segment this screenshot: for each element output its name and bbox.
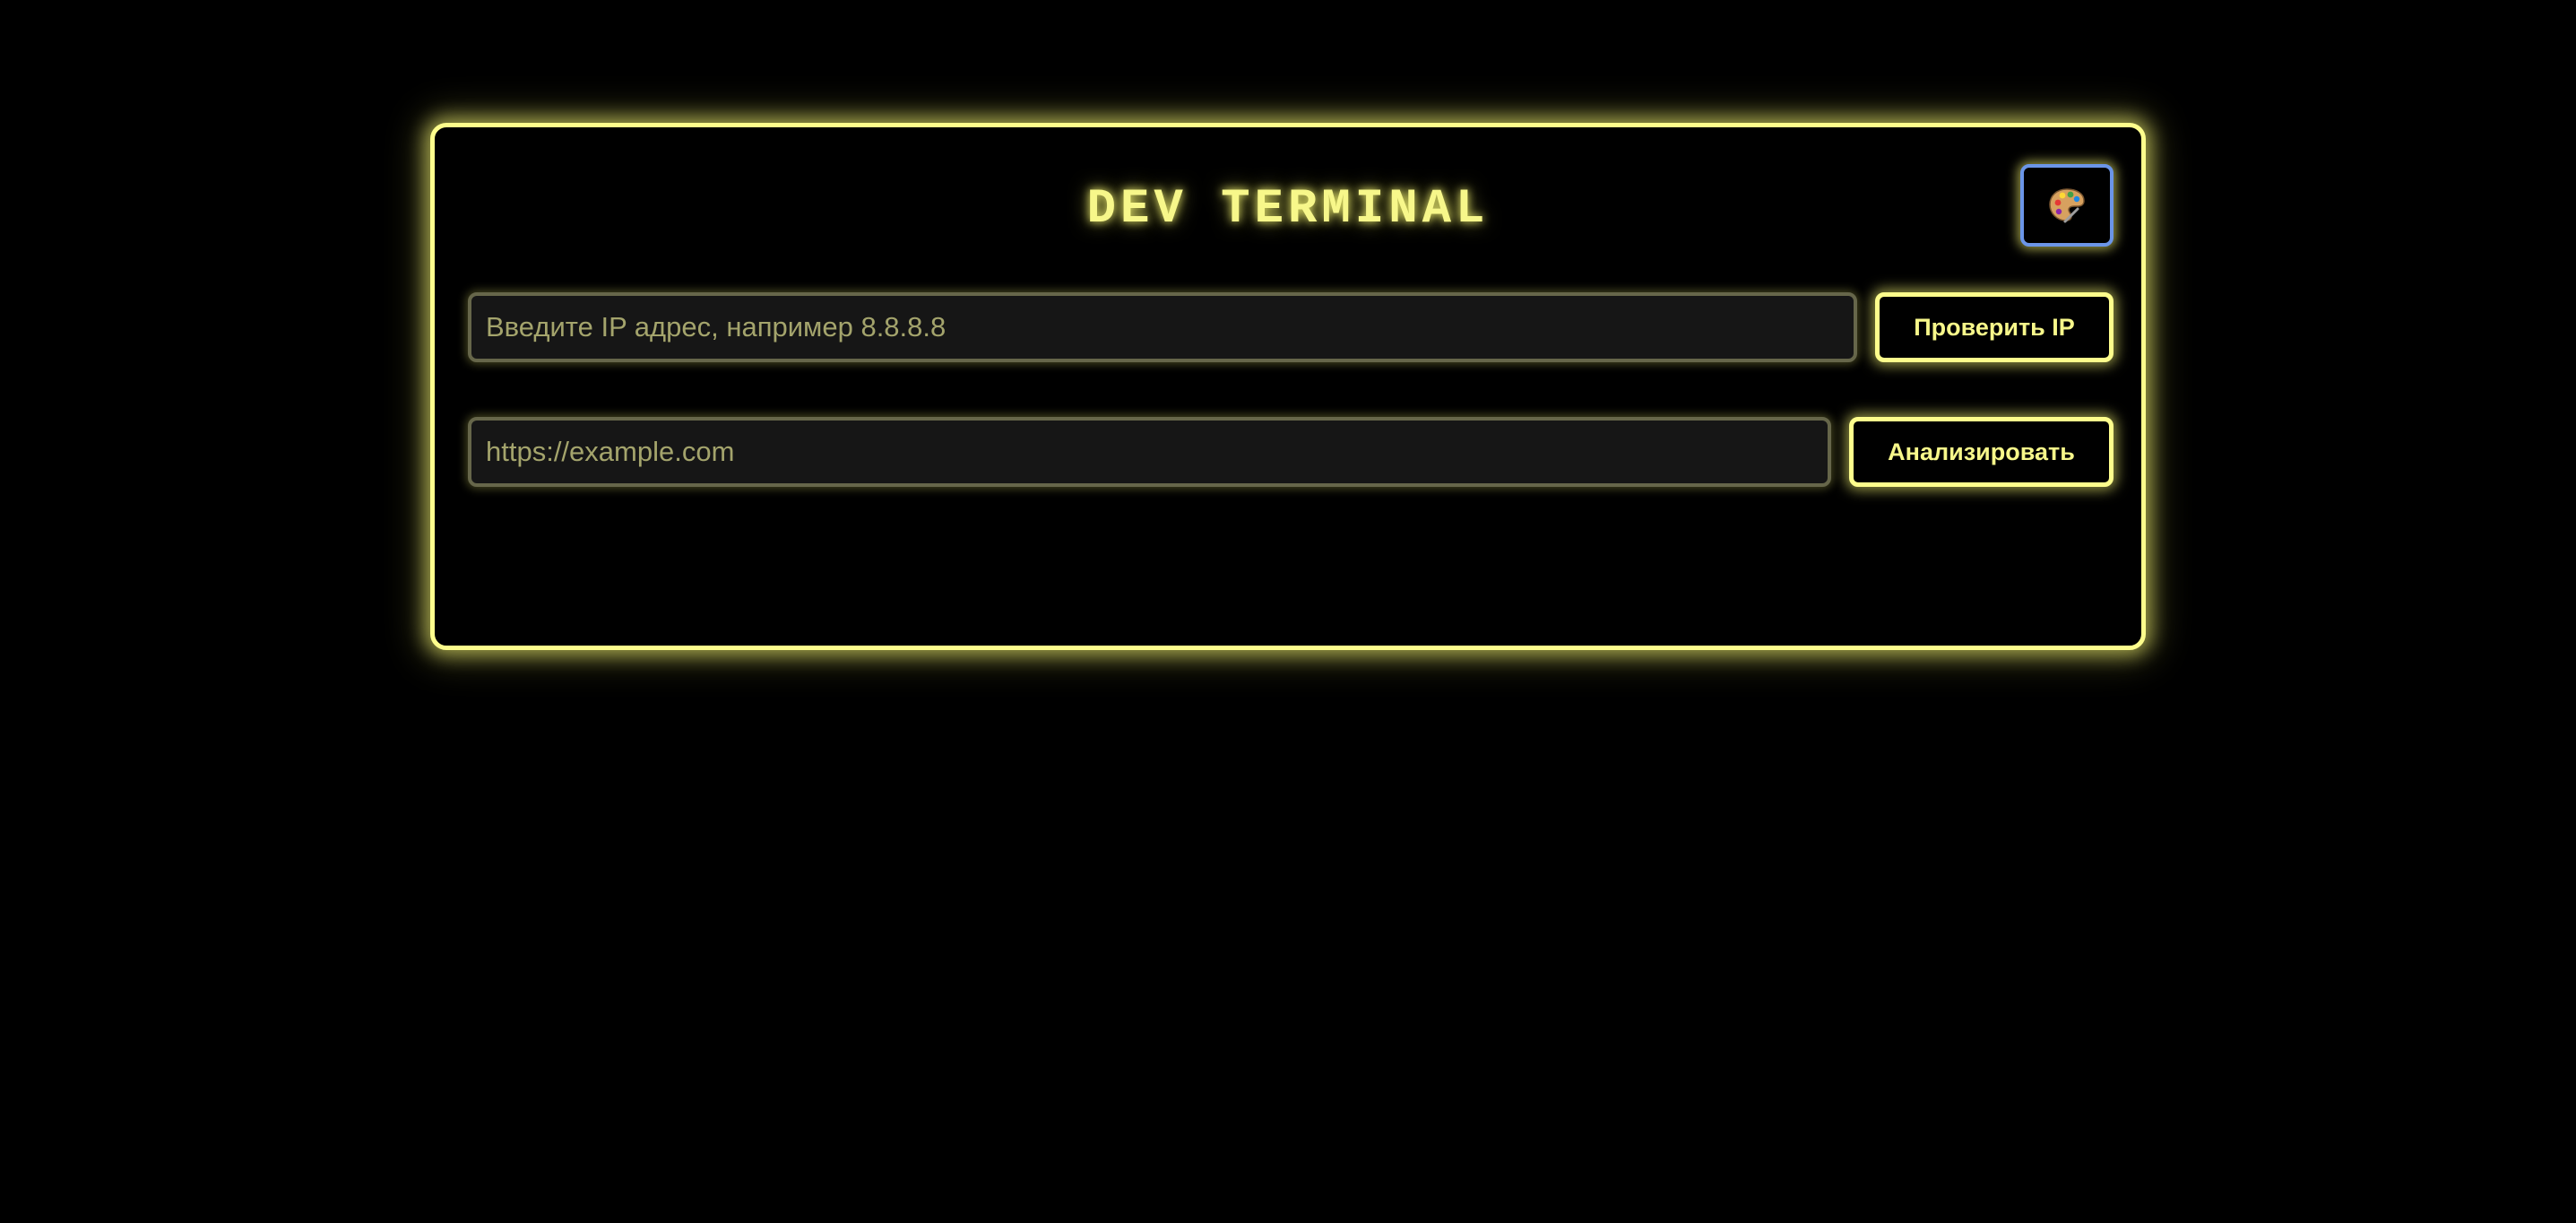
analyze-button[interactable]: Анализировать bbox=[1849, 417, 2114, 487]
check-ip-button[interactable]: Проверить IP bbox=[1875, 292, 2114, 362]
palette-icon bbox=[2049, 188, 2085, 223]
terminal-card: DEV TERMINAL Проверить IP Анализировать bbox=[430, 123, 2146, 650]
ip-address-input[interactable] bbox=[468, 292, 1857, 362]
theme-toggle-button[interactable] bbox=[2020, 164, 2114, 247]
url-input[interactable] bbox=[468, 417, 1831, 487]
page-title: DEV TERMINAL bbox=[1086, 182, 1490, 237]
